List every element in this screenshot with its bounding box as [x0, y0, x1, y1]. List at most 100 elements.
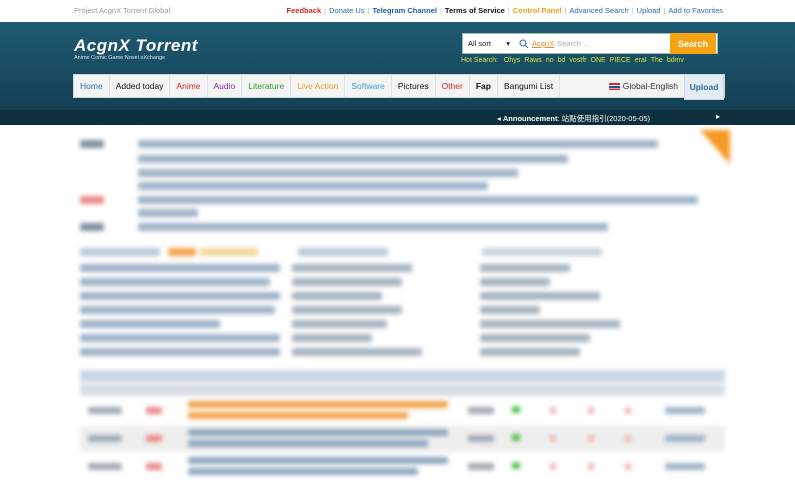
tagline: Anime Comic Game Novel eXchange — [74, 55, 166, 61]
table-row — [80, 426, 725, 452]
nav-item-anime[interactable]: Anime — [170, 75, 208, 97]
hot-search: Hot Search: Ohys Raws no bd vostfr ONE PIECE er… — [461, 57, 692, 64]
top-link[interactable]: Upload — [637, 6, 661, 15]
upload-button[interactable]: Upload — [684, 74, 724, 100]
nav-item-home[interactable]: Home — [74, 75, 110, 97]
hot-search-term[interactable]: Raws — [524, 57, 542, 64]
link-separator: | — [663, 6, 666, 15]
hot-search-label: Hot Search: — [461, 57, 498, 64]
hot-search-term[interactable]: bdmv — [667, 57, 684, 64]
main-nav: Home Added today Anime Audio Literature Live … — [73, 74, 725, 100]
hot-search-term[interactable]: Ohys — [504, 57, 520, 64]
top-link[interactable]: Advanced Search — [569, 6, 628, 15]
list-item — [292, 278, 402, 286]
tab — [298, 248, 388, 256]
list-item — [138, 140, 658, 148]
site-name: Project AcgnX Torrent Global — [74, 6, 171, 15]
top-link[interactable]: Telegram Channel — [373, 6, 437, 15]
chevron-down-icon: ▾ — [506, 39, 510, 48]
list-label — [80, 196, 104, 204]
list-item — [480, 320, 620, 328]
list-item — [480, 306, 540, 314]
list-item — [292, 264, 412, 272]
list-item — [138, 209, 198, 217]
list-item — [138, 182, 488, 190]
announcement-label: Announcement — [502, 114, 558, 123]
corner-ribbon — [700, 130, 730, 164]
table-header — [80, 384, 725, 396]
list-item — [480, 292, 600, 300]
next-arrow-icon[interactable]: ▸ — [716, 112, 720, 121]
table-row — [80, 398, 725, 424]
top-link[interactable]: Terms of Service — [445, 6, 505, 15]
list-item — [480, 334, 590, 342]
list-item — [292, 292, 382, 300]
top-link[interactable]: Donate Us — [329, 6, 364, 15]
sort-select[interactable]: All sort ▾ — [463, 39, 515, 48]
tab — [168, 248, 196, 256]
list-item — [138, 155, 568, 163]
list-item — [480, 278, 550, 286]
announcement-bar: ◂ Announcement: 站點使用指引(2020-05-05) ▸ — [0, 110, 795, 125]
hot-search-term[interactable]: bd — [558, 57, 566, 64]
sort-value: All sort — [468, 39, 491, 48]
hot-search-term[interactable]: ONE — [591, 57, 606, 64]
top-link[interactable]: Control Panel — [513, 6, 562, 15]
hot-search-term[interactable]: no — [546, 57, 554, 64]
nav-item-pictures[interactable]: Pictures — [392, 75, 436, 97]
logo[interactable]: AcgnX Torrent — [74, 36, 198, 56]
search-engine-link[interactable]: AcgnX — [532, 39, 554, 48]
list-item — [80, 264, 280, 272]
tab — [200, 248, 258, 256]
blurred-content — [70, 130, 730, 480]
list-item — [138, 223, 608, 231]
tab — [482, 248, 602, 256]
list-item — [480, 348, 580, 356]
search-button[interactable]: Search — [670, 33, 716, 54]
list-item — [80, 334, 280, 342]
nav-item-bangumi-list[interactable]: Bangumi List — [498, 75, 561, 97]
list-item — [138, 169, 518, 177]
uk-flag-icon — [608, 82, 620, 90]
list-item — [292, 334, 372, 342]
announcement[interactable]: ◂ Announcement: 站點使用指引(2020-05-05) — [497, 113, 650, 124]
list-item — [80, 306, 275, 314]
list-item — [80, 292, 280, 300]
nav-item-audio[interactable]: Audio — [208, 75, 243, 97]
link-separator: | — [507, 6, 510, 15]
nav-item-live-action[interactable]: Live Action — [291, 75, 346, 97]
link-separator: | — [631, 6, 634, 15]
list-item — [292, 348, 422, 356]
list-item — [80, 320, 220, 328]
list-item — [480, 264, 570, 272]
top-link[interactable]: Feedback — [287, 6, 322, 15]
list-label — [80, 140, 104, 148]
nav-item-software[interactable]: Software — [345, 75, 392, 97]
hot-search-term[interactable]: The — [651, 57, 663, 64]
link-separator: | — [324, 6, 327, 15]
top-links: Feedback | Donate Us | Telegram Channel | Term… — [287, 6, 723, 15]
top-link[interactable]: Add to Favorites — [668, 6, 723, 15]
search-input[interactable]: Search ... — [557, 39, 589, 48]
hot-search-term[interactable]: PIECE — [610, 57, 631, 64]
nav-item-added-today[interactable]: Added today — [110, 75, 171, 97]
list-item — [138, 196, 698, 204]
table-toolbar — [80, 370, 725, 382]
language-select[interactable]: Global-English — [603, 75, 684, 97]
link-separator: | — [367, 6, 370, 15]
list-item — [80, 348, 280, 356]
nav-item-literature[interactable]: Literature — [242, 75, 292, 97]
language-label: Global-English — [622, 81, 678, 91]
hot-search-term[interactable]: eraI — [635, 57, 647, 64]
hot-search-term[interactable]: vostfr — [569, 57, 586, 64]
search-icon — [519, 38, 529, 48]
list-label — [80, 223, 104, 231]
prev-arrow-icon[interactable]: ◂ — [497, 114, 501, 123]
link-separator: | — [564, 6, 567, 15]
link-separator: | — [439, 6, 442, 15]
nav-item-other[interactable]: Other — [436, 75, 470, 97]
announcement-text: 站點使用指引(2020-05-05) — [561, 114, 650, 123]
list-item — [292, 306, 402, 314]
nav-item-fap[interactable]: Fap — [470, 75, 498, 97]
table-row — [80, 454, 725, 480]
